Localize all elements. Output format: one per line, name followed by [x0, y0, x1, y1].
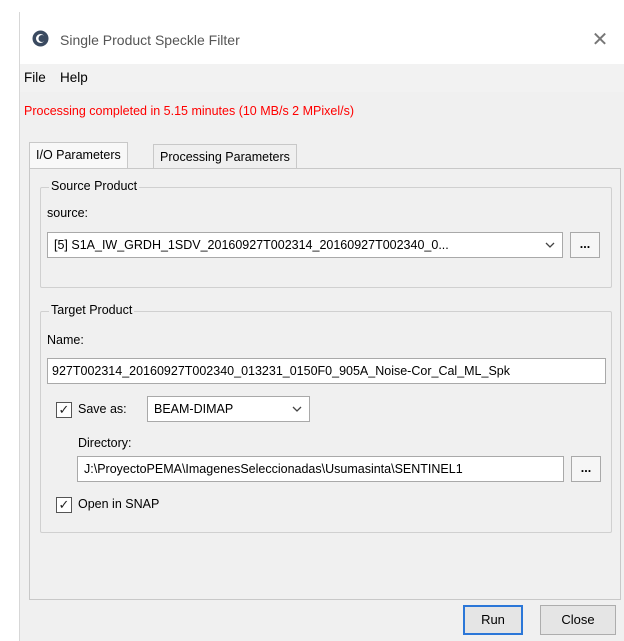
- source-product-title: Source Product: [49, 179, 140, 193]
- directory-label: Directory:: [78, 436, 132, 450]
- save-as-checkbox[interactable]: ✓: [56, 402, 72, 418]
- directory-value: J:\ProyectoPEMA\ImagenesSeleccionadas\Us…: [84, 462, 463, 476]
- name-label: Name:: [47, 333, 84, 347]
- directory-browse-button[interactable]: ...: [571, 456, 601, 482]
- tab-panel: Source Product source: [5] S1A_IW_GRDH_1…: [29, 168, 621, 600]
- tab-io-parameters[interactable]: I/O Parameters: [29, 142, 128, 169]
- source-label: source:: [47, 206, 88, 220]
- open-in-snap-label: Open in SNAP: [78, 497, 160, 511]
- close-button[interactable]: Close: [540, 605, 616, 635]
- directory-field[interactable]: J:\ProyectoPEMA\ImagenesSeleccionadas\Us…: [77, 456, 564, 482]
- save-format-value: BEAM-DIMAP: [154, 402, 234, 416]
- snap-app-icon: [32, 30, 49, 47]
- source-product-group: Source Product source: [5] S1A_IW_GRDH_1…: [40, 179, 612, 288]
- chevron-down-icon: [544, 236, 556, 257]
- dialog-window: Single Product Speckle Filter ✕ File Hel…: [19, 12, 624, 641]
- title-bar: Single Product Speckle Filter ✕: [20, 12, 624, 64]
- source-product-value: [5] S1A_IW_GRDH_1SDV_20160927T002314_201…: [54, 238, 449, 252]
- source-browse-button[interactable]: ...: [570, 232, 600, 258]
- save-as-label: Save as:: [78, 402, 127, 416]
- target-name-field[interactable]: 927T002314_20160927T002340_013231_0150F0…: [47, 358, 606, 384]
- tab-processing-parameters[interactable]: Processing Parameters: [153, 144, 297, 170]
- run-button[interactable]: Run: [463, 605, 523, 635]
- menu-help[interactable]: Help: [60, 70, 88, 85]
- source-product-select[interactable]: [5] S1A_IW_GRDH_1SDV_20160927T002314_201…: [47, 232, 563, 258]
- chevron-down-icon: [291, 400, 303, 421]
- status-message: Processing completed in 5.15 minutes (10…: [24, 104, 354, 118]
- close-icon[interactable]: ✕: [585, 24, 615, 54]
- open-in-snap-checkbox[interactable]: ✓: [56, 497, 72, 513]
- save-format-select[interactable]: BEAM-DIMAP: [147, 396, 310, 422]
- target-name-value: 927T002314_20160927T002340_013231_0150F0…: [52, 364, 511, 378]
- window-title: Single Product Speckle Filter: [60, 32, 240, 48]
- menu-file[interactable]: File: [24, 70, 46, 85]
- target-product-title: Target Product: [49, 303, 135, 317]
- target-product-group: Target Product Name: 927T002314_20160927…: [40, 303, 612, 533]
- menu-bar: File Help: [20, 64, 624, 92]
